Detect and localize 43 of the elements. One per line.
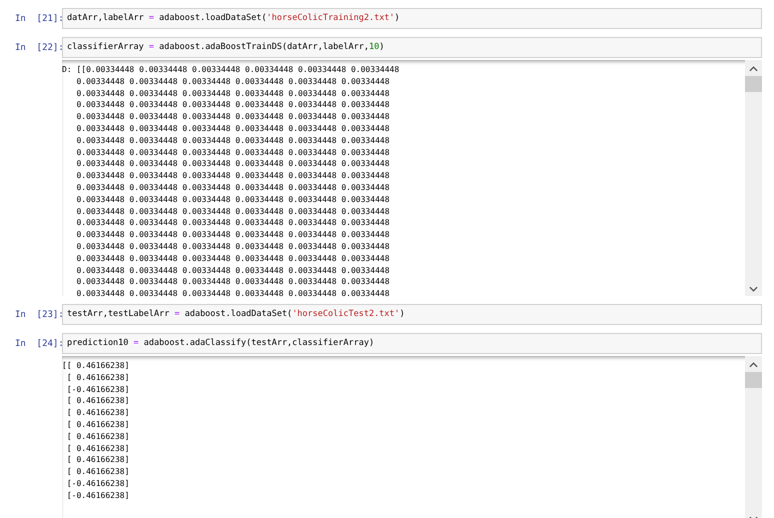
scroll-up-icon[interactable] xyxy=(749,66,758,72)
output-line: 0.00334448 0.00334448 0.00334448 0.00334448 0.00334448 0.00334448 xyxy=(75,240,390,253)
output-line: 0.00334448 0.00334448 0.00334448 0.00334448 0.00334448 0.00334448 xyxy=(75,229,390,241)
output-line: [ 0.46166238] xyxy=(66,430,130,443)
output-line: 0.00334448 0.00334448 0.00334448 0.00334448 0.00334448 0.00334448 xyxy=(75,252,390,265)
output-line: [-0.46166238] xyxy=(66,490,130,502)
output-line: 0.00334448 0.00334448 0.00334448 0.00334448 0.00334448 0.00334448 xyxy=(75,217,390,230)
output-line: [ 0.46166238] xyxy=(66,418,130,431)
output-line: 0.00334448 0.00334448 0.00334448 0.00334448 0.00334448 0.00334448 xyxy=(75,88,390,100)
output-line: [-0.46166238] xyxy=(66,384,130,396)
output-line: 0.00334448 0.00334448 0.00334448 0.00334448 0.00334448 0.00334448 xyxy=(75,206,390,218)
scrollbar[interactable] xyxy=(745,356,762,518)
output-line: [[ 0.46166238] xyxy=(62,360,130,372)
output-line: 0.00334448 0.00334448 0.00334448 0.00334448 0.00334448 0.00334448 xyxy=(75,99,390,112)
output-line: 0.00334448 0.00334448 0.00334448 0.00334448 0.00334448 0.00334448 xyxy=(75,276,390,288)
output-line: [ 0.46166238] xyxy=(66,442,130,454)
output-line: 0.00334448 0.00334448 0.00334448 0.00334448 0.00334448 0.00334448 xyxy=(75,182,390,194)
output-line: [ 0.46166238] xyxy=(66,454,130,466)
output-line: [ 0.46166238] xyxy=(66,395,130,408)
output-line: [ 0.46166238] xyxy=(66,372,130,384)
output-line: 0.00334448 0.00334448 0.00334448 0.00334448 0.00334448 0.00334448 xyxy=(75,134,390,147)
code-input[interactable]: testArr,testLabelArr = adaboost.loadDataSet('horseColicTest2.txt') xyxy=(62,304,762,325)
output-line: 0.00334448 0.00334448 0.00334448 0.00334448 0.00334448 0.00334448 xyxy=(75,170,390,182)
scroll-up-icon[interactable] xyxy=(749,362,758,368)
output-line: 0.00334448 0.00334448 0.00334448 0.00334448 0.00334448 0.00334448 xyxy=(75,288,390,296)
output-line: [-0.46166238] xyxy=(66,478,130,490)
output-line: D: [[0.00334448 0.00334448 0.00334448 0.00334448 0.00334448 0.00334448 xyxy=(62,64,400,76)
output-line: [ 0.46166238] xyxy=(66,407,130,419)
output-line: 0.00334448 0.00334448 0.00334448 0.00334448 0.00334448 0.00334448 xyxy=(75,122,390,135)
scroll-down-icon[interactable] xyxy=(749,286,758,292)
output-line: 0.00334448 0.00334448 0.00334448 0.00334448 0.00334448 0.00334448 xyxy=(75,76,390,88)
output-line: 0.00334448 0.00334448 0.00334448 0.00334448 0.00334448 0.00334448 xyxy=(75,194,390,206)
scroll-thumb[interactable] xyxy=(745,372,762,388)
output-line: 0.00334448 0.00334448 0.00334448 0.00334448 0.00334448 0.00334448 xyxy=(75,264,390,276)
output-line: 0.00334448 0.00334448 0.00334448 0.00334448 0.00334448 0.00334448 xyxy=(75,111,390,123)
scroll-thumb[interactable] xyxy=(745,76,762,92)
output-line: 0.00334448 0.00334448 0.00334448 0.00334448 0.00334448 0.00334448 xyxy=(75,146,390,158)
scrollbar[interactable] xyxy=(745,60,762,296)
code-input[interactable]: datArr,labelArr = adaboost.loadDataSet('horseColicTraining2.txt') xyxy=(62,8,762,29)
code-input[interactable]: classifierArray = adaboost.adaBoostTrainDS(datArr,labelArr,10) xyxy=(62,37,762,58)
output-line: [ 0.46166238] xyxy=(66,466,130,478)
code-input[interactable]: prediction10 = adaboost.adaClassify(testArr,classifierArray) xyxy=(62,333,762,354)
output-line: 0.00334448 0.00334448 0.00334448 0.00334448 0.00334448 0.00334448 xyxy=(75,158,390,170)
